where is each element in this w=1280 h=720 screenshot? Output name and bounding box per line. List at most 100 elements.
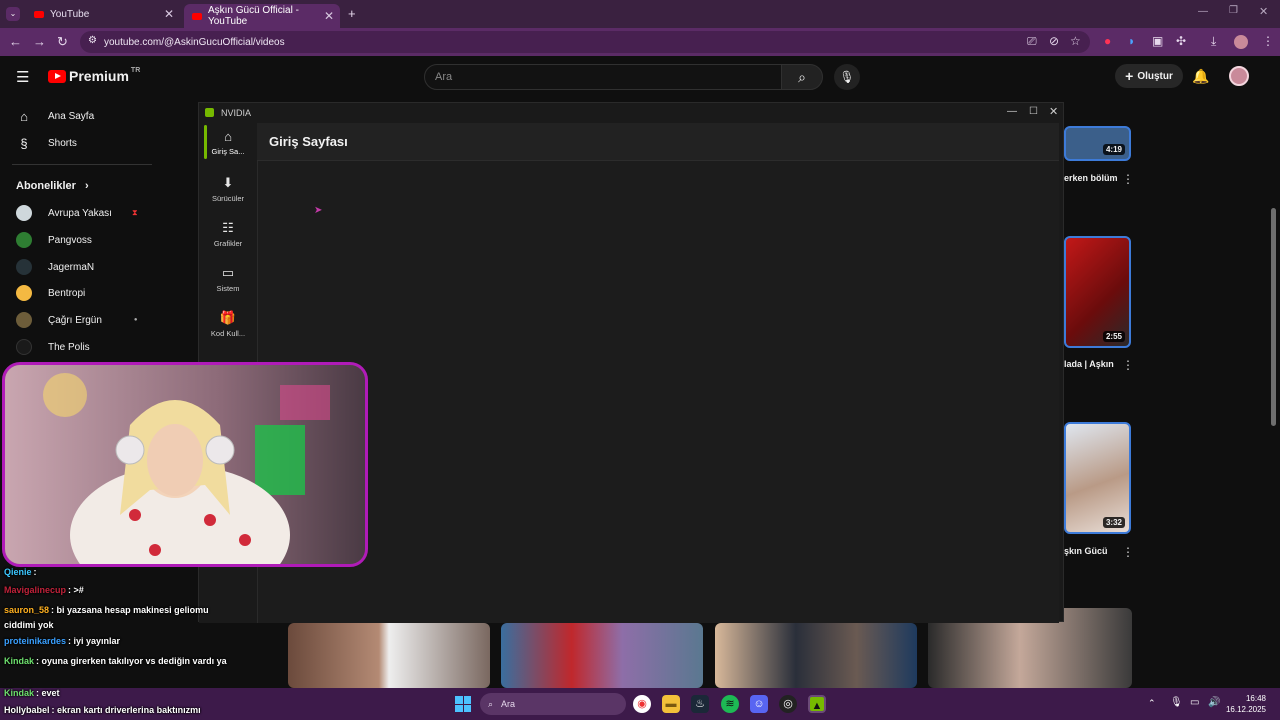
video-title[interactable]: şkın Gücü: [1064, 545, 1120, 557]
profile-avatar[interactable]: [1234, 35, 1248, 49]
back-arrow-icon[interactable]: ←: [9, 34, 22, 49]
tray-monitor-icon[interactable]: ▭: [1190, 697, 1199, 708]
video-thumbnail[interactable]: [288, 623, 490, 688]
discord-icon[interactable]: ☺: [750, 695, 768, 713]
browser-tab-youtube[interactable]: YouTube ✕: [26, 3, 180, 25]
chat-message: Kindak: evet: [4, 688, 60, 698]
bookmark-star-icon[interactable]: ☆: [1070, 34, 1081, 48]
video-more-kebab-icon[interactable]: ⋮: [1122, 545, 1134, 559]
sidebar-subscription[interactable]: Bentropi: [16, 285, 85, 301]
taskbar-search-input[interactable]: ⌕ Ara: [480, 693, 626, 715]
close-window-icon[interactable]: ✕: [1259, 5, 1268, 18]
create-label: Oluştur: [1137, 70, 1173, 82]
chat-message: sauron_58: bi yazsana hesap makinesi gel…: [4, 605, 209, 630]
search-icon: ⌕: [798, 69, 806, 85]
account-avatar[interactable]: [1229, 66, 1249, 86]
video-duration: 2:55: [1102, 331, 1125, 342]
sidebar-subscription[interactable]: Pangvoss: [16, 232, 92, 248]
youtube-favicon-icon: [192, 12, 202, 20]
tray-volume-icon[interactable]: 🔊: [1208, 697, 1220, 708]
file-explorer-icon[interactable]: ▬: [662, 695, 680, 713]
menu-kebab-icon[interactable]: ⋮: [1262, 34, 1274, 48]
video-thumbnail[interactable]: 3:32: [1064, 422, 1131, 534]
extension-red-icon[interactable]: ●: [1104, 34, 1111, 48]
streamer-webcam: [2, 362, 368, 567]
new-tab-button[interactable]: +: [348, 6, 356, 21]
live-indicator-icon: ⧗: [131, 208, 138, 217]
subscriptions-heading[interactable]: Abonelikler ›: [16, 180, 89, 192]
notifications-bell-icon[interactable]: 🔔: [1192, 68, 1209, 85]
windows-start-icon[interactable]: [455, 696, 471, 712]
video-title[interactable]: erken bölüm: [1064, 172, 1120, 184]
tab-search-button[interactable]: ⌄: [6, 7, 20, 21]
sidebar-item-label: Ana Sayfa: [48, 111, 95, 122]
tray-chevron-up-icon[interactable]: ⌃: [1148, 698, 1156, 709]
youtube-play-icon: [48, 69, 66, 83]
extensions-puzzle-icon[interactable]: ✣: [1176, 34, 1186, 48]
download-icon[interactable]: ⤓: [1211, 34, 1216, 49]
tab-title: Aşkın Gücü Official - YouTube: [207, 5, 299, 27]
minimize-icon[interactable]: —: [1007, 106, 1017, 117]
page-title: Giriş Sayfası: [257, 123, 1059, 161]
video-thumbnail[interactable]: 2:55: [1064, 236, 1131, 348]
video-thumbnail[interactable]: 4:19: [1064, 126, 1131, 161]
channel-avatar: [16, 285, 32, 301]
spotify-icon[interactable]: ≋: [721, 695, 739, 713]
restore-window-icon[interactable]: ❐: [1229, 5, 1238, 16]
close-icon[interactable]: ✕: [1049, 105, 1058, 118]
browser-tab-askin-gucu[interactable]: Aşkın Gücü Official - YouTube ✕: [184, 4, 340, 28]
extension-audio-icon[interactable]: ◗: [1128, 34, 1135, 48]
sidebar-item-home[interactable]: ⌂ Ana Sayfa: [16, 109, 94, 124]
page-scrollbar[interactable]: [1271, 208, 1276, 426]
maximize-icon[interactable]: ☐: [1029, 106, 1038, 117]
close-tab-icon[interactable]: ✕: [164, 7, 174, 21]
create-button[interactable]: + Oluştur: [1115, 64, 1183, 88]
video-more-kebab-icon[interactable]: ⋮: [1122, 358, 1134, 372]
hamburger-menu-icon[interactable]: ☰: [16, 68, 29, 86]
nav-item-label: Kod Kull...: [210, 329, 246, 338]
close-tab-icon[interactable]: ✕: [324, 9, 334, 23]
site-info-icon[interactable]: ⚙: [88, 35, 97, 46]
sidebar-subscription[interactable]: Avrupa Yakası ⧗: [16, 205, 138, 221]
home-icon: ⌂: [20, 109, 28, 124]
eye-off-icon[interactable]: ⊘: [1049, 34, 1059, 48]
nvidia-taskbar-icon[interactable]: ▲: [808, 695, 826, 713]
sidebar-item-shorts[interactable]: § Shorts: [16, 136, 77, 151]
voice-search-button[interactable]: 🎙: [834, 64, 860, 90]
taskbar-clock[interactable]: 16:48 16.12.2025: [1226, 693, 1266, 715]
chrome-icon[interactable]: ◉: [633, 695, 651, 713]
tray-microphone-icon[interactable]: 🎙: [1170, 697, 1183, 708]
forward-arrow-icon[interactable]: →: [33, 34, 46, 49]
channel-avatar: [16, 259, 32, 275]
nav-item-redeem[interactable]: 🎁 Kod Kull...: [199, 310, 257, 338]
sidebar-subscription[interactable]: Çağrı Ergün ●: [16, 312, 138, 328]
nav-item-label: Grafikler: [213, 239, 243, 248]
video-thumbnail[interactable]: [501, 623, 703, 688]
reload-icon[interactable]: ↻: [57, 34, 68, 50]
nav-item-home[interactable]: ⌂ Giriş Sa...: [199, 129, 257, 156]
install-app-icon[interactable]: ⎚: [1027, 34, 1037, 49]
obs-icon[interactable]: ◎: [779, 695, 797, 713]
new-content-dot-icon: ●: [133, 317, 138, 323]
nav-item-drivers[interactable]: ⬇ Sürücüler: [199, 175, 257, 203]
video-thumbnail[interactable]: [715, 623, 917, 688]
nav-item-graphics[interactable]: ☷ Grafikler: [199, 220, 257, 248]
logo-text: Premium: [69, 68, 129, 84]
system-icon: ▭: [221, 265, 235, 280]
chevron-right-icon: ›: [84, 180, 89, 192]
address-bar[interactable]: ⚙ youtube.com/@AskinGucuOfficial/videos: [80, 31, 1090, 53]
extension-shield-icon[interactable]: ▣: [1152, 34, 1163, 48]
sidebar-subscription[interactable]: JagermaN: [16, 259, 94, 275]
clock-time: 16:48: [1245, 694, 1266, 703]
chat-username: sauron_58: [4, 605, 50, 615]
video-title[interactable]: lada | Aşkın: [1064, 358, 1120, 370]
video-more-kebab-icon[interactable]: ⋮: [1122, 172, 1134, 186]
sidebar-item-label: JagermaN: [48, 261, 95, 273]
search-button[interactable]: ⌕: [781, 64, 823, 90]
minimize-window-icon[interactable]: —: [1198, 6, 1208, 17]
search-input[interactable]: Ara: [424, 64, 782, 90]
nav-item-system[interactable]: ▭ Sistem: [199, 265, 257, 293]
steam-icon[interactable]: ♨: [691, 695, 709, 713]
youtube-premium-logo[interactable]: Premium TR: [48, 67, 140, 84]
sidebar-subscription[interactable]: The Polis: [16, 339, 90, 355]
